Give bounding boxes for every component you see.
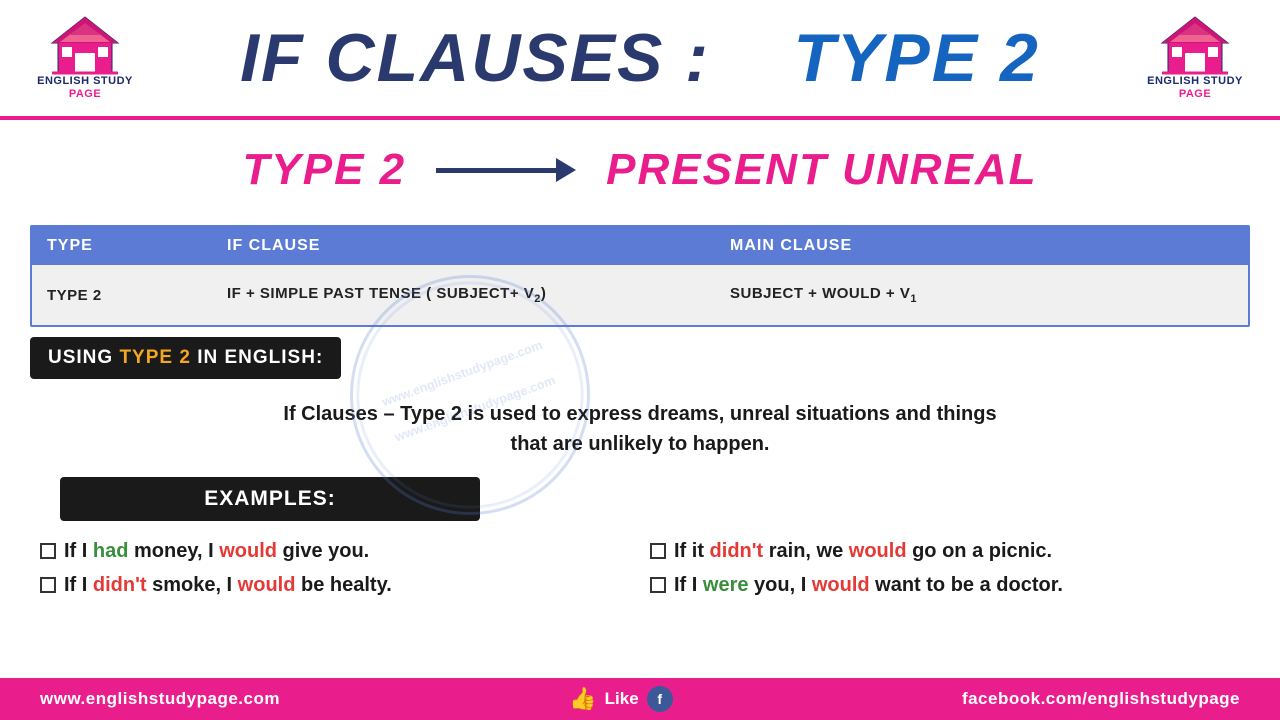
table-cell-type: TYPE 2 <box>47 287 227 304</box>
table-header: TYPE IF CLAUSE MAIN CLAUSE <box>32 227 1248 265</box>
like-text: Like <box>605 689 639 709</box>
using-prefix: USING <box>48 347 119 368</box>
table-header-main-clause: MAIN CLAUSE <box>730 237 1233 255</box>
present-unreal-text: PRESENT UNREAL <box>606 145 1037 195</box>
title-if-clauses: IF CLAUSES : <box>240 20 710 96</box>
type2-section: TYPE 2 PRESENT UNREAL <box>0 120 1280 215</box>
checkbox-3 <box>650 543 666 559</box>
examples-badge: EXAMPLES: <box>60 477 480 521</box>
checkbox-2 <box>40 577 56 593</box>
examples-section-header: EXAMPLES: <box>30 472 1250 526</box>
examples-list: If I had money, I would give you. If it … <box>0 531 1280 605</box>
footer: www.englishstudypage.com 👍 Like f facebo… <box>0 678 1280 720</box>
arrow-icon <box>436 158 576 182</box>
logo-left-house-icon <box>50 15 120 75</box>
header: ENGLISH STUDY PAGE IF CLAUSES : TYPE 2 E… <box>0 0 1280 120</box>
logo-left-text: ENGLISH STUDY PAGE <box>37 75 133 101</box>
grammar-table: TYPE IF CLAUSE MAIN CLAUSE TYPE 2 IF + S… <box>30 225 1250 327</box>
example-item-4: If I were you, I would want to be a doct… <box>650 570 1240 600</box>
example-1-text: If I had money, I would give you. <box>64 536 369 566</box>
footer-facebook: facebook.com/englishstudypage <box>962 689 1240 709</box>
example-item-3: If it didn't rain, we would go on a picn… <box>650 536 1240 566</box>
footer-like-section: 👍 Like f <box>569 686 672 712</box>
example-item-2: If I didn't smoke, I would be healty. <box>40 570 630 600</box>
logo-right-house-icon <box>1160 15 1230 75</box>
example-4-text: If I were you, I would want to be a doct… <box>674 570 1063 600</box>
footer-website: www.englishstudypage.com <box>40 689 280 709</box>
checkbox-1 <box>40 543 56 559</box>
using-badge: USING TYPE 2 IN ENGLISH: <box>30 337 341 379</box>
type2-label: TYPE 2 PRESENT UNREAL <box>243 145 1038 195</box>
table-row: TYPE 2 IF + SIMPLE PAST TENSE ( SUBJECT+… <box>32 265 1248 325</box>
table-header-if-clause: IF CLAUSE <box>227 237 730 255</box>
logo-right: ENGLISH STUDY PAGE <box>1130 15 1260 101</box>
title-type2: TYPE 2 <box>794 20 1040 96</box>
main-title: IF CLAUSES : TYPE 2 <box>150 24 1130 92</box>
using-type2: TYPE 2 <box>119 347 190 368</box>
checkbox-4 <box>650 577 666 593</box>
description-text: If Clauses – Type 2 is used to express d… <box>0 387 1280 467</box>
using-suffix: IN ENGLISH: <box>197 347 323 368</box>
table-cell-if-clause: IF + SIMPLE PAST TENSE ( SUBJECT+ V2) <box>227 285 730 305</box>
thumbs-up-icon: 👍 <box>569 686 596 712</box>
facebook-icon: f <box>647 686 673 712</box>
logo-left: ENGLISH STUDY PAGE <box>20 15 150 101</box>
example-2-text: If I didn't smoke, I would be healty. <box>64 570 392 600</box>
type2-text: TYPE 2 <box>243 145 407 195</box>
logo-right-text: ENGLISH STUDY PAGE <box>1147 75 1243 101</box>
using-section: USING TYPE 2 IN ENGLISH: <box>30 337 1250 379</box>
description-content: If Clauses – Type 2 is used to express d… <box>283 403 996 455</box>
main-content: www.englishstudypage.com www.englishstud… <box>0 225 1280 605</box>
example-3-text: If it didn't rain, we would go on a picn… <box>674 536 1052 566</box>
table-cell-main-clause: SUBJECT + WOULD + V1 <box>730 285 1233 305</box>
table-header-type: TYPE <box>47 237 227 255</box>
example-item-1: If I had money, I would give you. <box>40 536 630 566</box>
